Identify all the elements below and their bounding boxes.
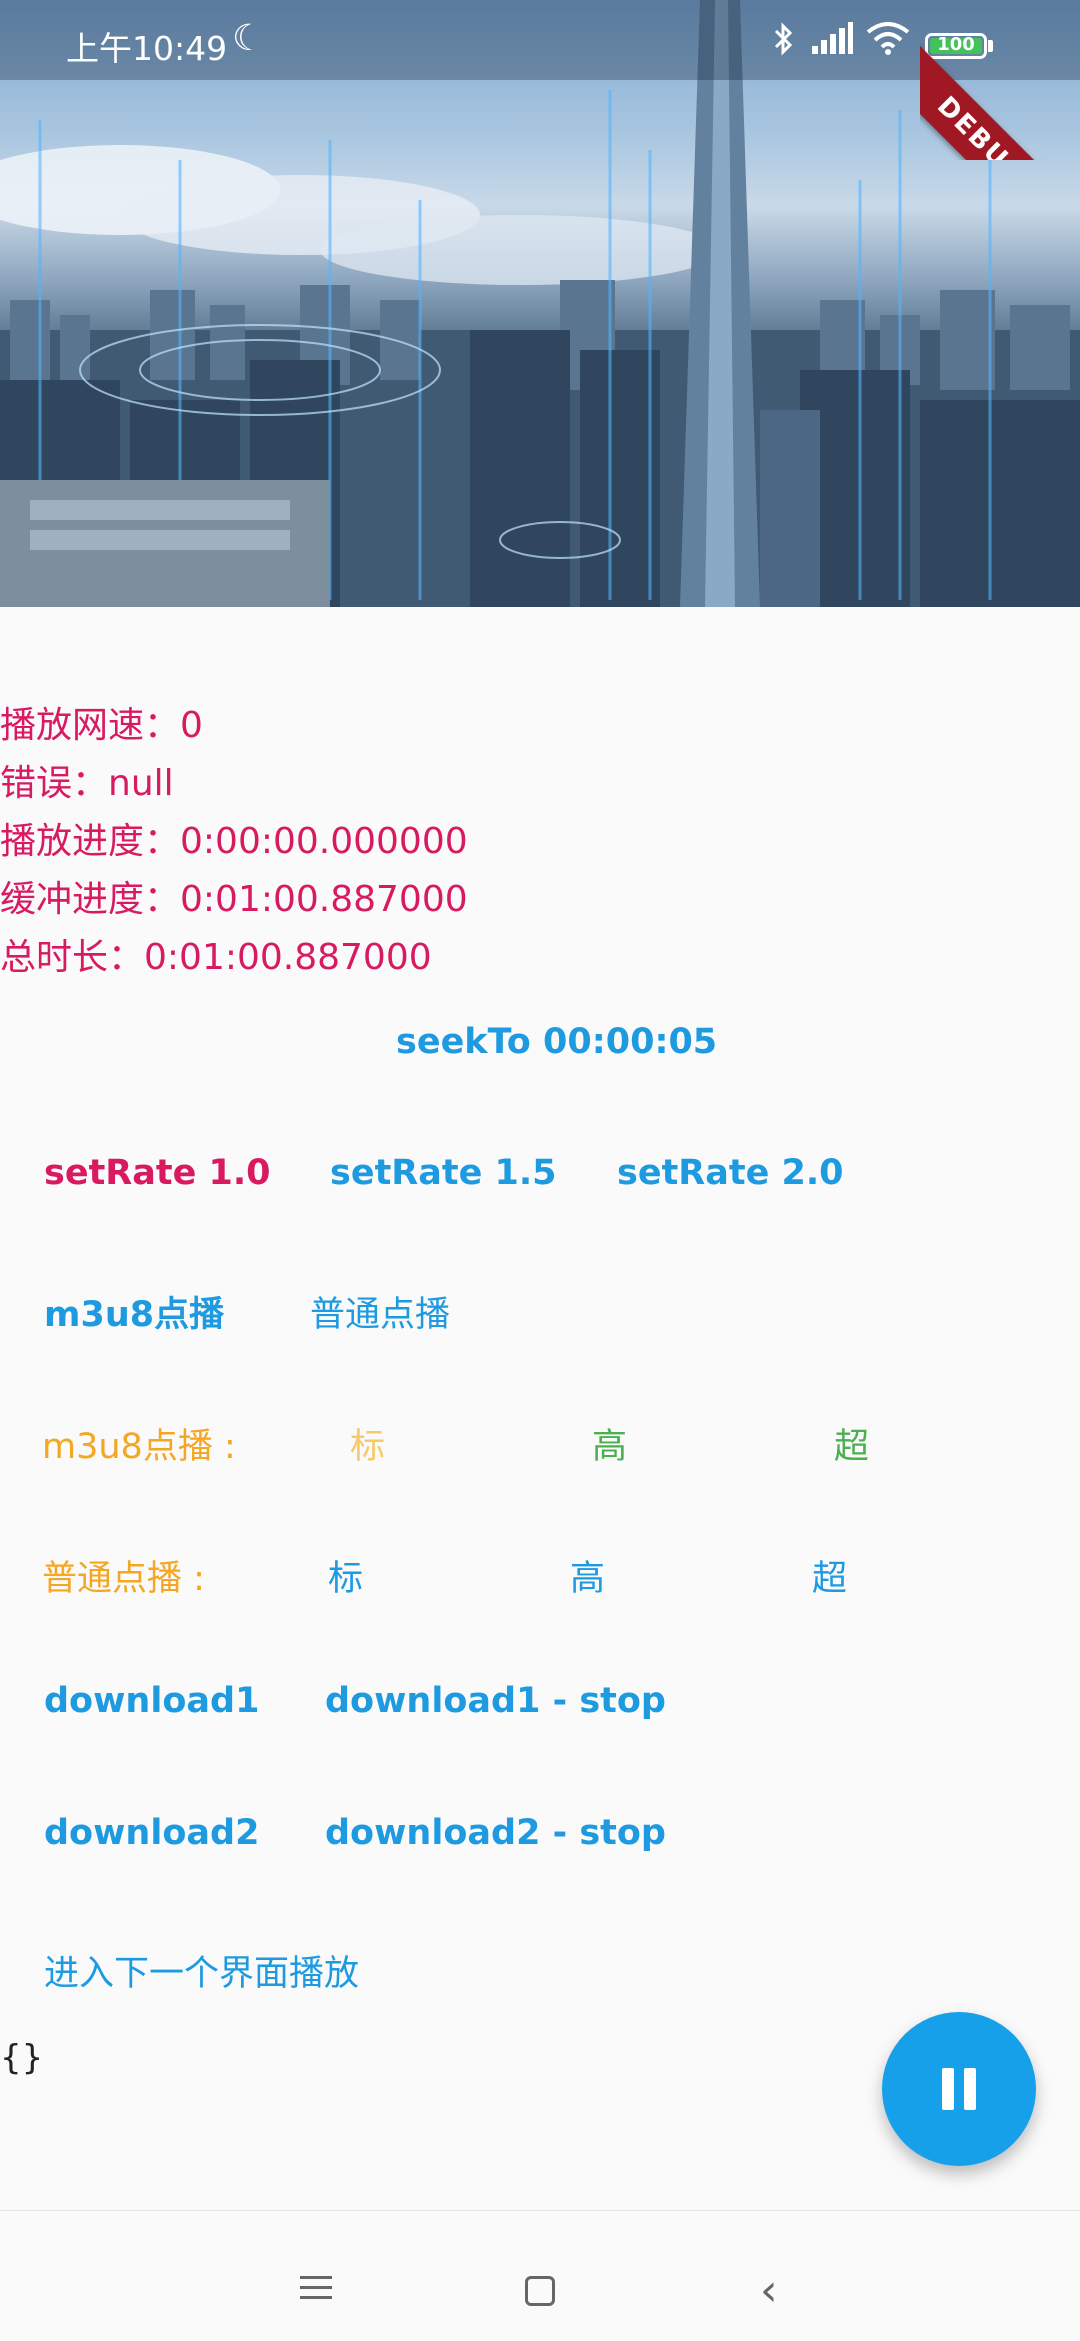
m3u8-standard-button[interactable]: 标 — [350, 1418, 385, 1469]
download2-button[interactable]: download2 — [44, 1813, 259, 1853]
duration-text: 总时长：0:01:00.887000 — [0, 937, 432, 978]
normal-standard-button[interactable]: 标 — [328, 1550, 363, 1601]
download2-stop-button[interactable]: download2 - stop — [325, 1813, 666, 1853]
set-rate-1-button[interactable]: setRate 1.0 — [44, 1153, 271, 1193]
buffer-progress-text: 缓冲进度：0:01:00.887000 — [0, 879, 468, 920]
pause-icon — [942, 2068, 954, 2110]
set-rate-2-button[interactable]: setRate 2.0 — [617, 1153, 844, 1193]
city-video-frame — [0, 0, 1080, 607]
net-speed-text: 播放网速：0 — [0, 705, 203, 746]
home-icon[interactable] — [525, 2276, 555, 2306]
debug-banner: DEBUG — [920, 0, 1080, 160]
m3u8-vod-button[interactable]: m3u8点播 — [44, 1286, 224, 1337]
bluetooth-icon — [772, 22, 796, 64]
normal-quality-label: 普通点播 : — [42, 1559, 205, 1599]
wifi-icon — [866, 22, 910, 64]
set-rate-1-5-button[interactable]: setRate 1.5 — [330, 1153, 557, 1193]
download1-stop-button[interactable]: download1 - stop — [325, 1681, 666, 1721]
m3u8-super-button[interactable]: 超 — [834, 1418, 869, 1469]
error-text: 错误：null — [0, 763, 174, 804]
state-json-text: {} — [0, 2038, 44, 2078]
play-progress-text: 播放进度：0:00:00.000000 — [0, 821, 468, 862]
moon-icon: ☾ — [232, 18, 265, 59]
m3u8-high-button[interactable]: 高 — [592, 1418, 627, 1469]
pause-button[interactable] — [882, 2012, 1036, 2166]
debug-label: DEBUG — [920, 18, 1080, 160]
normal-super-button[interactable]: 超 — [812, 1550, 847, 1601]
normal-vod-button[interactable]: 普通点播 — [310, 1286, 450, 1337]
status-time: 上午10:49 — [66, 29, 228, 68]
signal-icon — [810, 22, 854, 64]
status-bar: 上午10:49 ☾ 100 — [0, 0, 1080, 80]
next-page-button[interactable]: 进入下一个界面播放 — [44, 1945, 359, 1996]
normal-high-button[interactable]: 高 — [570, 1550, 605, 1601]
back-icon[interactable]: ‹ — [760, 2269, 778, 2313]
menu-icon[interactable] — [300, 2276, 332, 2300]
navigation-bar: ‹ — [0, 2210, 1080, 2341]
seek-to-button[interactable]: seekTo 00:00:05 — [396, 1022, 717, 1062]
video-player[interactable] — [0, 0, 1080, 607]
m3u8-quality-label: m3u8点播 : — [42, 1427, 236, 1467]
download1-button[interactable]: download1 — [44, 1681, 259, 1721]
